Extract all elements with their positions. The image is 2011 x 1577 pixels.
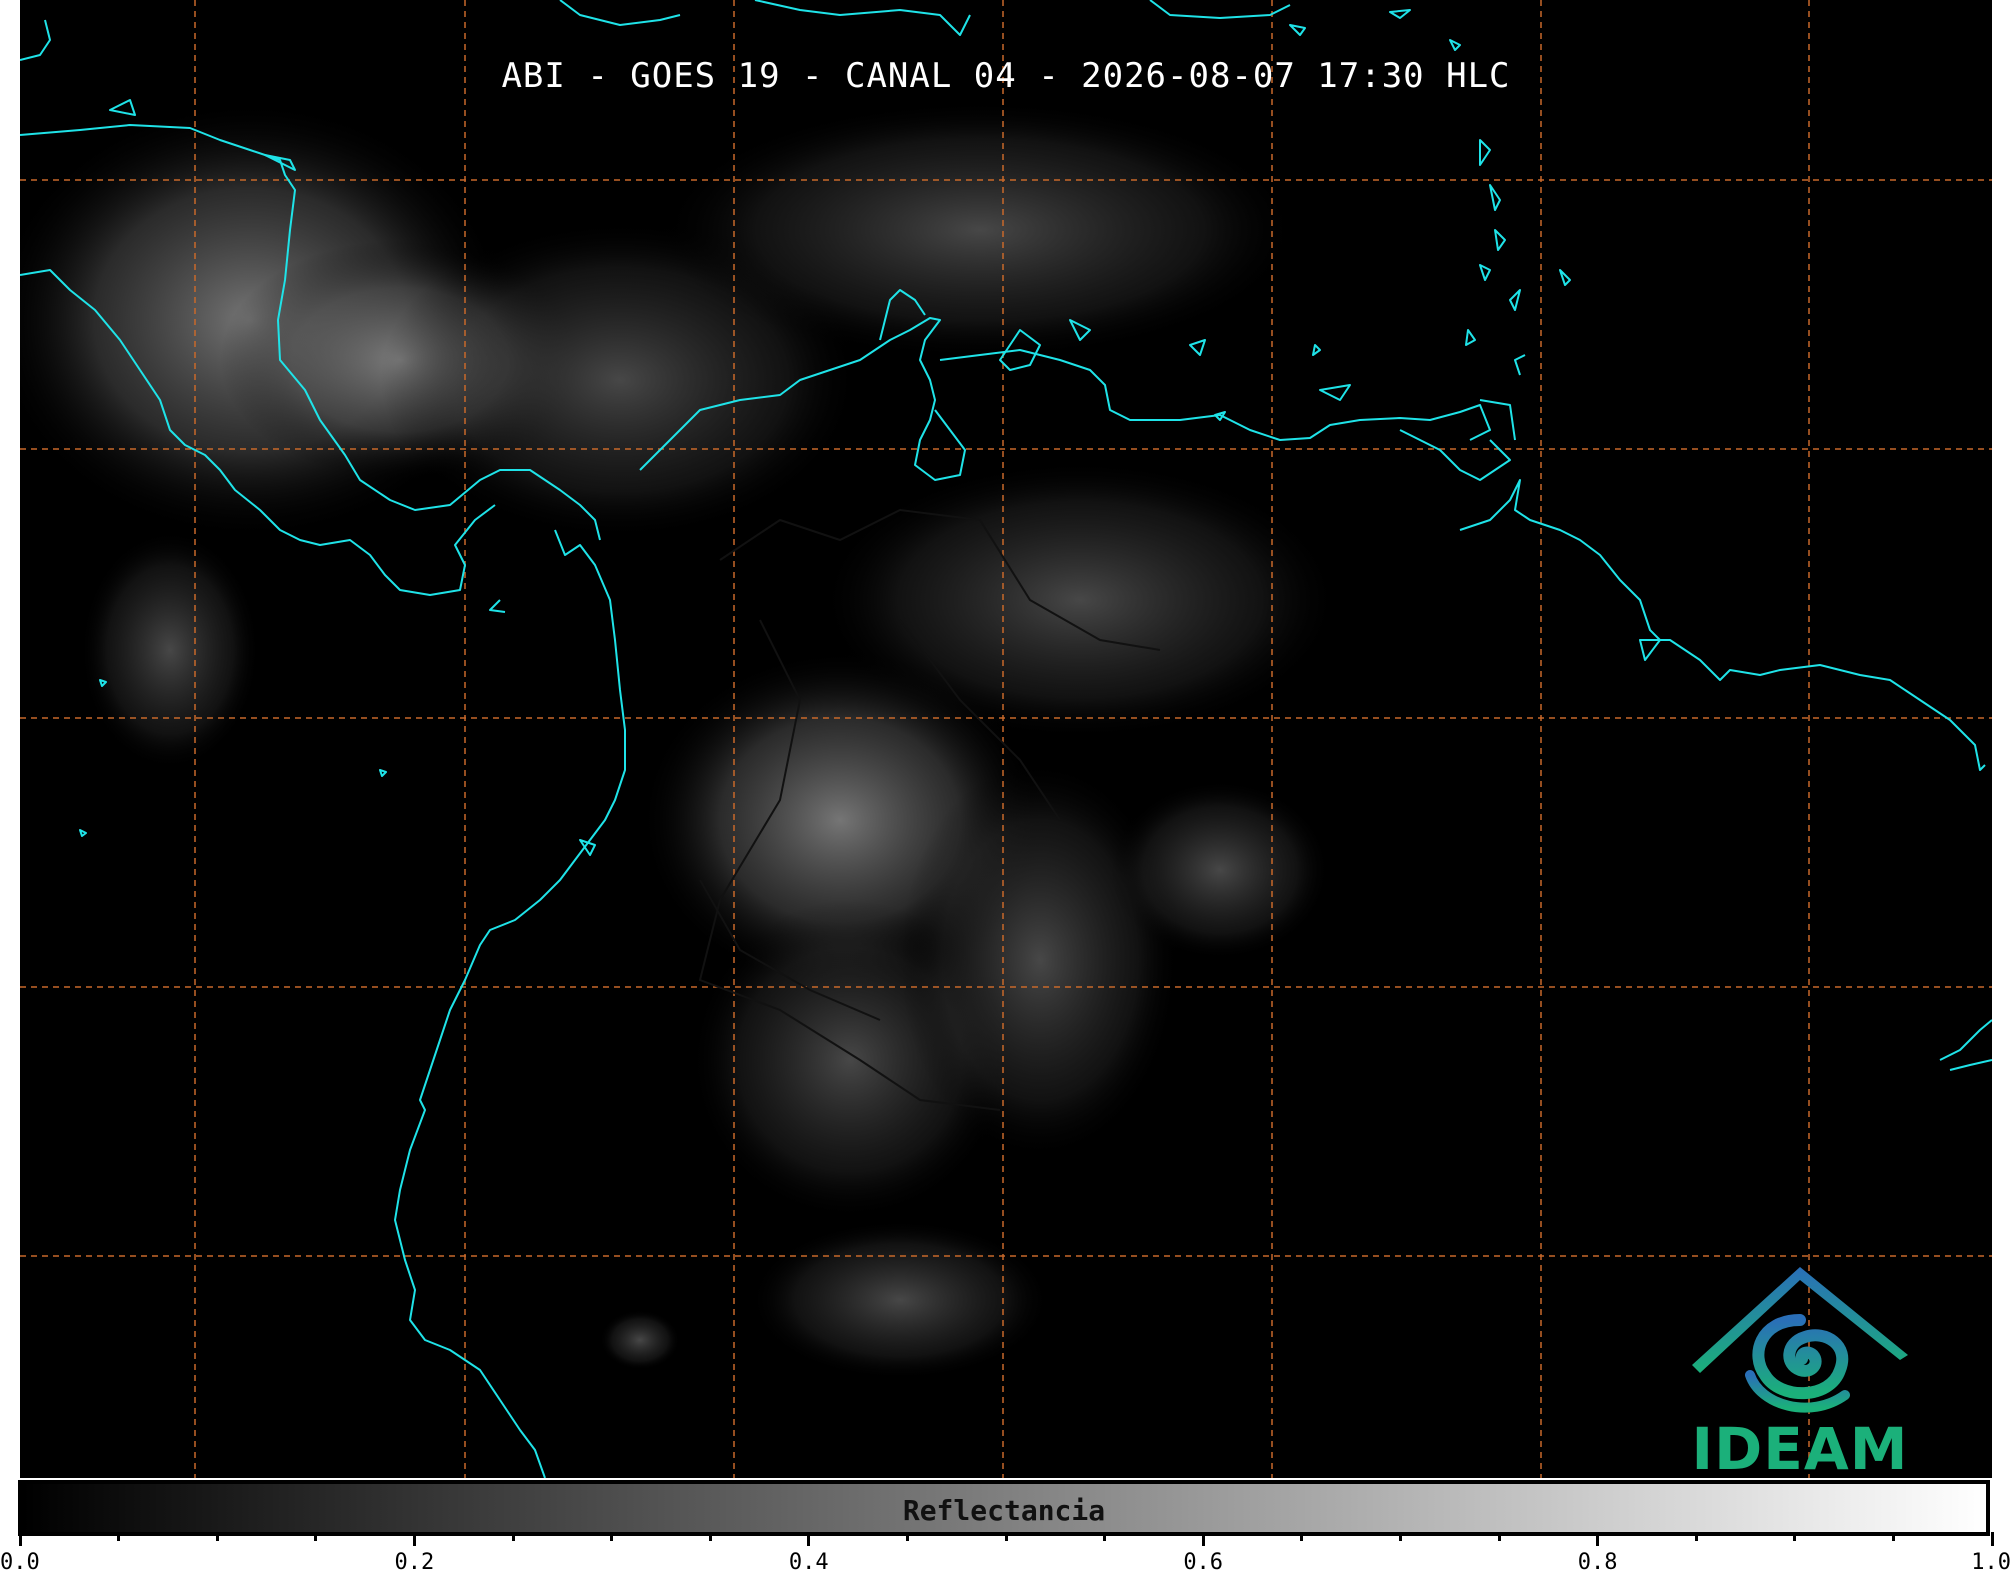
colorbar-minor-tick (1891, 1532, 1895, 1541)
colorbar-major-tick (1596, 1532, 1600, 1546)
colorbar-tick-label: 0.0 (0, 1550, 40, 1575)
colorbar-minor-tick (1793, 1532, 1797, 1541)
colorbar-minor-tick (117, 1532, 121, 1541)
colorbar-tick-label: 0.6 (1183, 1550, 1224, 1575)
colorbar: Reflectancia (18, 1480, 1990, 1536)
colorbar-minor-tick (1694, 1532, 1698, 1541)
colorbar-tick-label: 0.8 (1577, 1550, 1618, 1575)
colorbar-minor-tick (1497, 1532, 1501, 1541)
satellite-map: ABI - GOES 19 - CANAL 04 - 2026-08-07 17… (20, 0, 1992, 1478)
colorbar-minor-tick (1004, 1532, 1008, 1541)
colorbar-major-tick (1990, 1532, 1994, 1546)
colorbar-minor-tick (314, 1532, 318, 1541)
colorbar-label: Reflectancia (902, 1494, 1106, 1527)
colorbar-minor-tick (215, 1532, 219, 1541)
colorbar-minor-tick (1300, 1532, 1304, 1541)
colorbar-tick-label: 1.0 (1971, 1550, 2011, 1575)
colorbar-minor-tick (511, 1532, 515, 1541)
ideam-logo: IDEAM (1680, 1255, 1920, 1478)
colorbar-major-tick (807, 1532, 811, 1546)
logo-text: IDEAM (1691, 1415, 1909, 1478)
cloud-layer (20, 100, 1340, 1380)
colorbar-major-tick (1201, 1532, 1205, 1546)
colorbar-tick-label: 0.2 (394, 1550, 435, 1575)
colorbar-minor-tick (708, 1532, 712, 1541)
colorbar-tick-label: 0.4 (788, 1550, 829, 1575)
colorbar-minor-tick (1103, 1532, 1107, 1541)
colorbar-major-tick (412, 1532, 416, 1546)
map-title: ABI - GOES 19 - CANAL 04 - 2026-08-07 17… (501, 56, 1511, 96)
ideam-emblem-icon (1692, 1267, 1908, 1413)
colorbar-minor-tick (1398, 1532, 1402, 1541)
colorbar-minor-tick (905, 1532, 909, 1541)
colorbar-minor-tick (610, 1532, 614, 1541)
colorbar-major-tick (18, 1532, 22, 1546)
